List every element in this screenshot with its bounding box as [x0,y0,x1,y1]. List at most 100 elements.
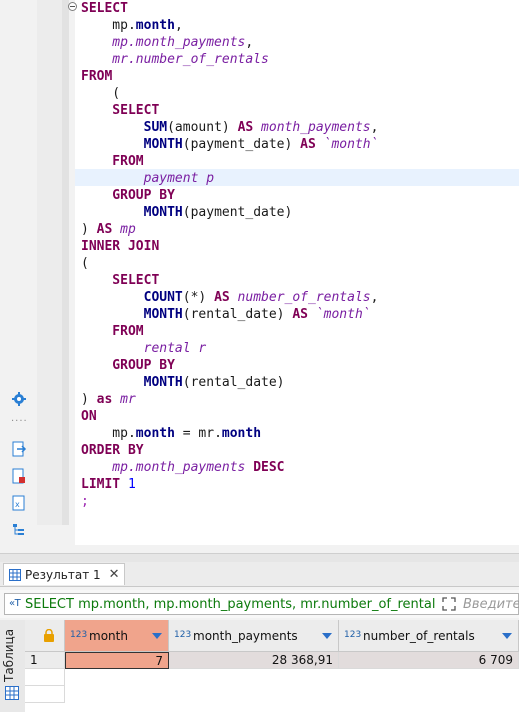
row-number[interactable]: 1 [25,652,65,669]
column-name: month [89,629,128,643]
sort-arrow-icon[interactable] [152,633,162,639]
lock-icon [44,629,54,642]
code-line[interactable]: MONTH(payment_date) AS `month` [81,136,379,153]
code-token: , [370,290,379,305]
script-error-icon[interactable] [11,468,27,484]
code-token: MONTH [143,137,183,152]
code-line[interactable]: FROM [81,68,112,85]
code-line[interactable]: payment p [81,170,214,187]
code-token: SELECT [81,103,160,118]
code-token: month [221,426,262,441]
code-line[interactable]: ) as mr [81,391,136,408]
code-line[interactable]: ( [81,255,89,272]
code-token: (payment_date) [182,205,293,220]
code-line[interactable]: mp.month, [81,17,183,34]
code-token: month_payments [253,120,371,135]
code-token: GROUP BY [81,188,175,203]
code-token: as [96,392,113,407]
expand-icon[interactable] [441,596,457,612]
code-token: ORDER BY [81,443,144,458]
panel-splitter[interactable] [0,553,519,562]
fold-toggle-icon[interactable] [68,2,77,11]
code-token: ) [81,392,97,407]
filter-query-text: SELECT mp.month, mp.month_payments, mr.n… [25,597,435,612]
code-token: ) [81,222,97,237]
folding-gutter [62,0,69,525]
code-line[interactable]: SELECT [81,0,128,17]
filter-input[interactable]: «T SELECT mp.month, mp.month_payments, m… [4,593,519,615]
code-token: ( [81,86,121,101]
code-token: ON [81,409,97,424]
numeric-type-icon: 123 [174,630,192,640]
code-line[interactable]: mp.month = mr.month [81,425,261,442]
code-line[interactable]: MONTH(rental_date) AS `month` [81,306,371,323]
cell-number-of-rentals[interactable]: 6 709 [339,652,519,669]
table-view-tab[interactable]: Таблица [2,627,22,683]
code-line[interactable]: mp.month_payments DESC [81,459,285,476]
code-token: (rental_date) [182,307,293,322]
code-line[interactable]: rental r [81,340,207,357]
code-token: LIMIT [81,477,128,492]
grid-view-icon[interactable] [5,686,19,700]
code-line[interactable]: SELECT [81,272,159,289]
sort-arrow-icon[interactable] [502,633,512,639]
code-line[interactable]: COUNT(*) AS number_of_rentals, [81,289,379,306]
code-line[interactable]: GROUP BY [81,357,175,374]
code-token: SELECT [81,1,128,16]
code-line[interactable]: FROM [81,323,144,340]
code-line[interactable]: LIMIT 1 [81,476,136,493]
column-header-month-payments[interactable]: 123 month_payments [169,620,339,652]
code-token: MONTH [143,307,183,322]
settings-gear-icon[interactable] [11,391,27,407]
code-token: COUNT [143,290,183,305]
numeric-type-icon: 123 [70,630,88,640]
filter-placeholder: Введите [463,597,519,612]
code-token: AS [292,307,308,322]
code-line[interactable]: ( [81,85,120,102]
code-token: SELECT [81,273,160,288]
code-token: AS [214,290,230,305]
code-token: mr.number_of_rentals [81,52,269,67]
empty-cell [25,686,65,703]
variables-icon[interactable]: x [11,495,27,511]
code-token: (rental_date) [182,375,285,390]
sql-editor[interactable]: SELECT mp.month, mp.month_payments, mr.n… [0,0,519,553]
code-line[interactable]: ; [81,493,89,510]
code-token: DESC [253,460,285,475]
code-line[interactable]: ORDER BY [81,442,144,459]
code-token: `month` [308,307,371,322]
code-line[interactable]: SELECT [81,102,159,119]
column-header-number-of-rentals[interactable]: 123 number_of_rentals [339,620,519,652]
outline-icon[interactable] [11,522,27,538]
code-line[interactable]: FROM [81,153,143,170]
code-line[interactable]: MONTH(rental_date) [81,374,285,391]
code-line[interactable]: MONTH(payment_date) [81,204,293,221]
export-script-icon[interactable] [11,441,27,457]
code-line[interactable]: INNER JOIN [81,238,159,255]
cell-month-payments[interactable]: 28 368,91 [169,652,339,669]
code-token: FROM [81,324,144,339]
code-line[interactable]: mp.month_payments, [81,34,253,51]
code-token: = mr. [174,426,222,441]
code-line[interactable]: ON [81,408,97,425]
code-line[interactable]: SUM(amount) AS month_payments, [81,119,379,136]
code-token: ( [81,256,89,271]
code-token: `month` [315,137,379,152]
code-token: AS [300,137,316,152]
column-header-month[interactable]: 123 month [65,620,169,652]
code-token: ; [81,494,89,509]
code-line[interactable]: mr.number_of_rentals [81,51,269,68]
tab-result-1[interactable]: Результат 1 ✕ [3,563,125,585]
sort-arrow-icon[interactable] [322,633,332,639]
close-icon[interactable]: ✕ [109,567,120,582]
code-token: , [174,18,183,33]
code-token: SUM [143,120,168,135]
code-line[interactable]: GROUP BY [81,187,175,204]
code-line[interactable]: ) AS mp [81,221,136,238]
result-grid[interactable]: 123 month 123 month_payments 123 number_… [25,620,519,712]
code-token: mp.month_payments [81,35,246,50]
cell-month[interactable]: 7 [65,652,169,669]
